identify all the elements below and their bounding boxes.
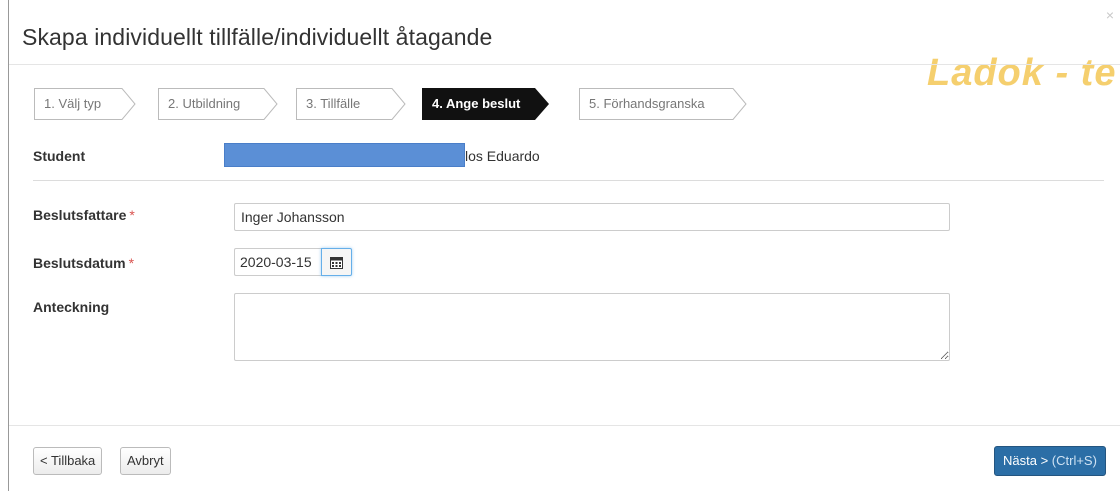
wizard-step-label: 5. Förhandsgranska <box>589 96 705 111</box>
calendar-icon <box>330 256 343 269</box>
beslutsfattare-input[interactable] <box>234 203 950 231</box>
next-button-shortcut: (Ctrl+S) <box>1051 453 1097 468</box>
beslutsfattare-label-text: Beslutsfattare <box>33 207 127 223</box>
wizard-step-2[interactable]: 2. Utbildning <box>158 88 278 120</box>
wizard-step-1[interactable]: 1. Välj typ <box>34 88 136 120</box>
next-button-label: Nästa > <box>1003 453 1049 468</box>
beslutsdatum-input[interactable] <box>234 248 322 276</box>
modal-left-border <box>8 0 9 491</box>
student-label: Student <box>33 148 86 164</box>
modal-title: Skapa individuellt tillfälle/individuell… <box>22 24 493 50</box>
wizard-step-4[interactable]: 4. Ange beslut <box>422 88 550 120</box>
close-icon[interactable]: × <box>1106 8 1114 22</box>
beslutsfattare-label: Beslutsfattare * <box>33 207 135 223</box>
beslutsdatum-label-text: Beslutsdatum <box>33 255 126 271</box>
student-name: los Eduardo <box>465 148 540 164</box>
environment-watermark: Ladok - te <box>927 52 1117 94</box>
student-name-redaction <box>224 143 465 167</box>
anteckning-label: Anteckning <box>33 299 110 315</box>
next-button[interactable]: Nästa > (Ctrl+S) <box>994 446 1106 476</box>
cancel-button[interactable]: Avbryt <box>120 447 171 475</box>
section-divider <box>33 180 1104 181</box>
beslutsdatum-label: Beslutsdatum * <box>33 255 134 271</box>
calendar-button[interactable] <box>321 248 352 276</box>
wizard-step-label: 4. Ange beslut <box>432 96 521 111</box>
wizard-step-label: 3. Tillfälle <box>306 96 361 111</box>
header-divider <box>9 64 1120 65</box>
wizard-step-3[interactable]: 3. Tillfälle <box>296 88 406 120</box>
footer-divider <box>9 425 1120 426</box>
back-button[interactable]: < Tillbaka <box>33 447 103 475</box>
wizard-step-label: 2. Utbildning <box>168 96 241 111</box>
anteckning-textarea[interactable] <box>234 293 950 361</box>
required-marker: * <box>128 255 135 271</box>
required-marker: * <box>129 207 135 223</box>
wizard-step-5[interactable]: 5. Förhandsgranska <box>579 88 747 120</box>
wizard-step-label: 1. Välj typ <box>44 96 102 111</box>
